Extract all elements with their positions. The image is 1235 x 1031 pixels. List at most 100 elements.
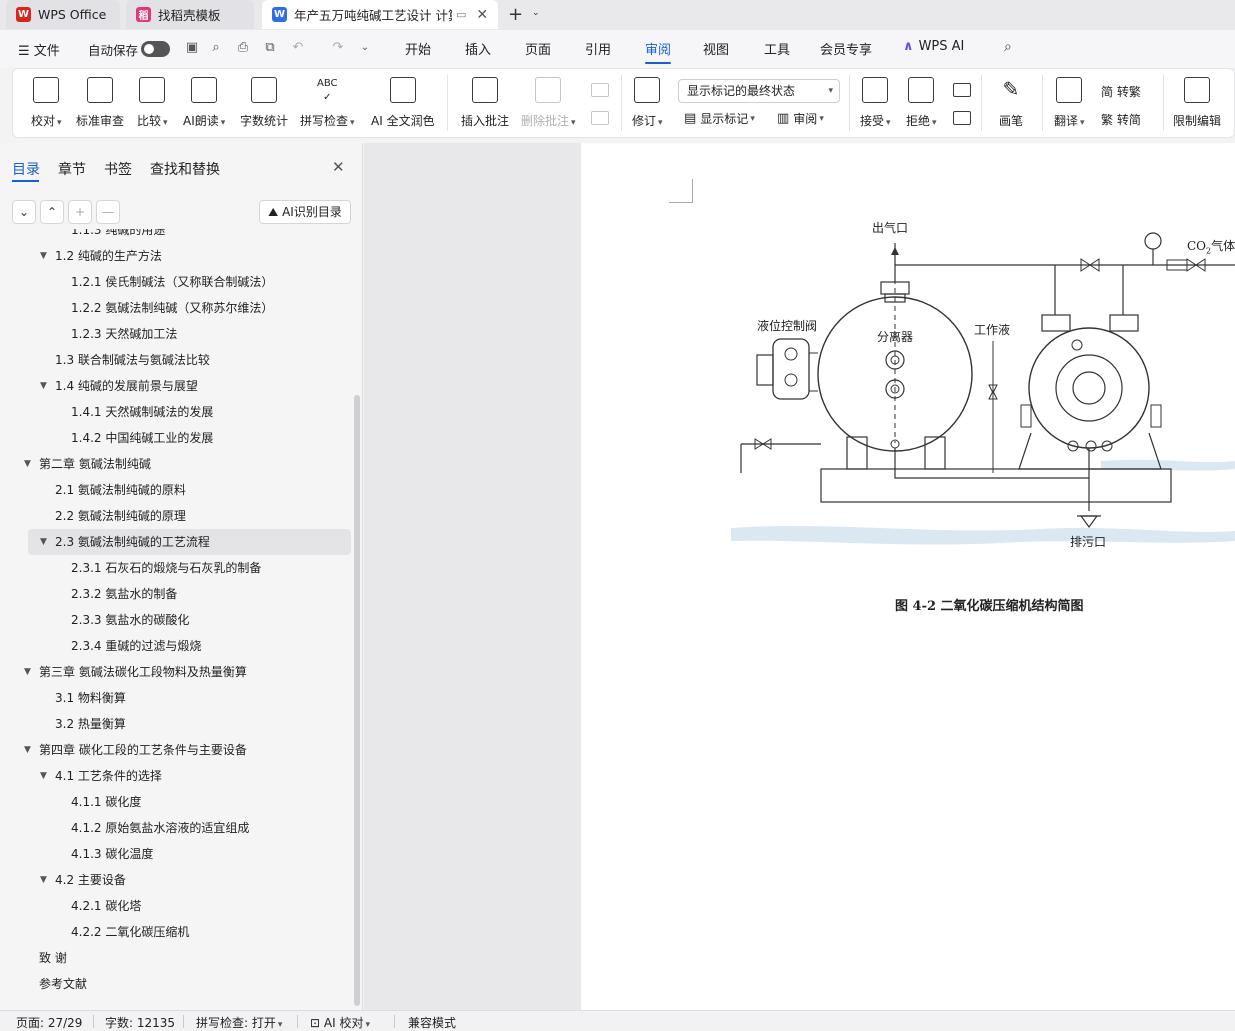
collapse-arrow-icon[interactable]: ▼ (40, 243, 47, 269)
pen-button[interactable]: ✎ 画笔 (998, 77, 1024, 129)
collapse-arrow-icon[interactable]: ▼ (40, 763, 47, 789)
file-menu[interactable]: ☰ 文件 (18, 40, 60, 59)
toc-item[interactable]: ▼ 4.1 工艺条件的选择 (0, 763, 352, 789)
add-heading-button[interactable]: + (68, 200, 92, 224)
menu-view[interactable]: 视图 (703, 39, 729, 58)
toc-item[interactable]: 1.4.1 天然碱制碱法的发展 (0, 399, 352, 425)
search-icon[interactable]: ⌕ (1004, 39, 1012, 55)
word-count-button[interactable]: 字数统计 (240, 77, 288, 129)
print-icon[interactable]: ⎙ (235, 40, 251, 56)
panel-tab-bookmarks[interactable]: 书签 (104, 159, 132, 179)
status-spell-check[interactable]: 拼写检查: 打开 ▾ (196, 1014, 282, 1031)
toc-item[interactable]: 2.1 氨碱法制纯碱的原料 (0, 477, 352, 503)
review-pane-button[interactable]: ▥ 审阅 ▾ (777, 110, 824, 127)
toc-item[interactable]: ▼ 2.3 氨碱法制纯碱的工艺流程 (28, 529, 351, 555)
redo-icon[interactable]: ↷ (330, 40, 346, 56)
toc-item[interactable]: 2.2 氨碱法制纯碱的原理 (0, 503, 352, 529)
translate-button[interactable]: 翻译 ▾ (1054, 77, 1085, 129)
wps-ai-menu[interactable]: ∧ WPS AI (903, 39, 964, 54)
show-markup-button[interactable]: ▤ 显示标记 ▾ (684, 110, 755, 127)
collapse-arrow-icon[interactable]: ▼ (24, 451, 31, 477)
proofread-button[interactable]: 校对 ▾ (31, 77, 62, 129)
screen-icon[interactable]: ▭ (456, 8, 466, 21)
ai-toc-button[interactable]: ⛰ AI识别目录 (259, 200, 351, 224)
menu-tools[interactable]: 工具 (764, 39, 790, 58)
toc-item[interactable]: 2.3.2 氨盐水的制备 (0, 581, 352, 607)
accept-button[interactable]: 接受 ▾ (860, 77, 891, 129)
remove-heading-button[interactable]: — (96, 200, 120, 224)
compare-button[interactable]: 比较 ▾ (137, 77, 168, 129)
status-word-count[interactable]: 字数: 12135 (105, 1014, 175, 1031)
tab-document[interactable]: W 年产五万吨纯碱工艺设计 计算 ▭ ✕ (262, 0, 498, 29)
toc-item[interactable]: ▼ 1.2 纯碱的生产方法 (0, 243, 352, 269)
next-comment-icon[interactable] (591, 111, 609, 125)
toc-item[interactable]: ▼ 4.2 主要设备 (0, 867, 352, 893)
next-change-icon[interactable] (953, 111, 971, 125)
toc-item[interactable]: 4.1.3 碳化温度 (0, 841, 352, 867)
status-ai-check[interactable]: ⊡ AI 校对 ▾ (310, 1014, 370, 1031)
delete-comment-button[interactable]: 删除批注 ▾ (521, 77, 576, 129)
toc-item[interactable]: 1.2.3 天然碱加工法 (0, 321, 352, 347)
collapse-arrow-icon[interactable]: ▼ (40, 373, 47, 399)
share-icon[interactable]: ⌕ (208, 40, 224, 56)
menu-review[interactable]: 审阅 (645, 39, 672, 64)
toc-item[interactable]: ▼ 第二章 氨碱法制纯碱 (0, 451, 352, 477)
prev-change-icon[interactable] (953, 83, 971, 97)
toc-item[interactable]: 1.2.2 氨碱法制纯碱（又称苏尔维法） (0, 295, 352, 321)
collapse-arrow-icon[interactable]: ▼ (24, 737, 31, 763)
tab-wps-office[interactable]: W WPS Office (6, 0, 120, 29)
undo-icon[interactable]: ↶ (290, 40, 306, 56)
close-panel-icon[interactable]: ✕ (332, 158, 345, 176)
save-icon[interactable]: ▣ (184, 40, 200, 56)
spell-check-button[interactable]: ABC ✓ 拼写检查 ▾ (300, 77, 355, 129)
collapse-arrow-icon[interactable]: ▼ (24, 659, 31, 685)
ai-polish-button[interactable]: AI 全文润色 (371, 77, 435, 129)
menu-member[interactable]: 会员专享 (820, 39, 872, 58)
toc-item[interactable]: 2.3.4 重碱的过滤与煅烧 (0, 633, 352, 659)
restrict-edit-button[interactable]: 限制编辑 (1173, 77, 1221, 129)
status-page[interactable]: 页面: 27/29 (16, 1014, 82, 1031)
new-tab-icon[interactable]: + (508, 4, 523, 25)
toc-item[interactable]: 1.4.2 中国纯碱工业的发展 (0, 425, 352, 451)
toc-item[interactable]: 3.2 热量衡算 (0, 711, 352, 737)
more-chevron-icon[interactable]: ⌄ (357, 40, 373, 56)
toc-item[interactable]: 1.3 联合制碱法与氨碱法比较 (0, 347, 352, 373)
toc-item[interactable]: 2.3.1 石灰石的煅烧与石灰乳的制备 (0, 555, 352, 581)
reject-button[interactable]: 拒绝 ▾ (906, 77, 937, 129)
panel-tab-toc[interactable]: 目录 (12, 159, 40, 179)
toc-item[interactable]: ▼ 1.4 纯碱的发展前景与展望 (0, 373, 352, 399)
toc-item[interactable]: 1.1.3 纯碱的用途 (0, 229, 352, 243)
toc-item[interactable]: 4.2.1 碳化塔 (0, 893, 352, 919)
toc-item[interactable]: 4.1.1 碳化度 (0, 789, 352, 815)
expand-down-button[interactable]: ⌄ (12, 200, 36, 224)
autosave-toggle[interactable] (141, 41, 170, 57)
menu-start[interactable]: 开始 (405, 39, 431, 58)
prev-comment-icon[interactable] (591, 83, 609, 97)
toc-item[interactable]: 2.3.3 氨盐水的碳酸化 (0, 607, 352, 633)
print-preview-icon[interactable]: ⧉ (262, 40, 278, 56)
toc-item[interactable]: ▼ 第三章 氨碱法碳化工段物料及热量衡算 (0, 659, 352, 685)
menu-reference[interactable]: 引用 (585, 39, 611, 58)
menu-insert[interactable]: 插入 (465, 39, 491, 58)
ai-read-button[interactable]: AI朗读 ▾ (183, 77, 225, 129)
tab-template[interactable]: 稻 找稻壳模板 (126, 0, 254, 29)
collapse-arrow-icon[interactable]: ▼ (40, 529, 47, 555)
toc-item[interactable]: 4.2.2 二氧化碳压缩机 (0, 919, 352, 945)
to-traditional-button[interactable]: 简 转繁 (1101, 83, 1141, 100)
to-simplified-button[interactable]: 繁 转简 (1101, 111, 1141, 128)
toc-item[interactable]: ▼ 第四章 碳化工段的工艺条件与主要设备 (0, 737, 352, 763)
menu-page[interactable]: 页面 (525, 39, 551, 58)
document-page[interactable]: 出气口 CO2气体 液位控制阀 分离器 工作液 排污口 图 4-2 二氧化碳压缩… (581, 143, 1235, 1010)
collapse-up-button[interactable]: ⌃ (40, 200, 64, 224)
toc-item[interactable]: 致 谢 (0, 945, 352, 971)
toc-scrollbar[interactable] (354, 395, 360, 1006)
close-tab-icon[interactable]: ✕ (476, 7, 488, 23)
track-changes-button[interactable]: 修订 ▾ (632, 77, 663, 129)
markup-state-select[interactable]: 显示标记的最终状态 ▾ (678, 79, 840, 103)
tab-list-chevron-icon[interactable]: ⌄ (532, 8, 540, 18)
panel-tab-find-replace[interactable]: 查找和替换 (150, 159, 220, 179)
collapse-arrow-icon[interactable]: ▼ (40, 867, 47, 893)
standard-review-button[interactable]: 标准审查 (76, 77, 124, 129)
toc-item[interactable]: 4.1.2 原始氨盐水溶液的适宜组成 (0, 815, 352, 841)
panel-tab-sections[interactable]: 章节 (58, 159, 86, 179)
